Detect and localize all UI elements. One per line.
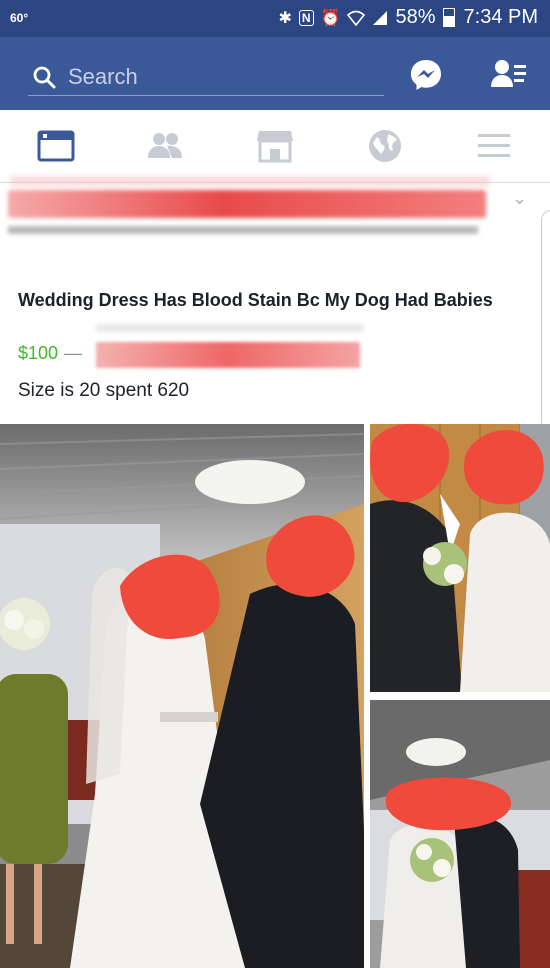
wifi-icon bbox=[347, 10, 366, 26]
photo-3-illustration bbox=[370, 700, 550, 968]
redacted-header-shadow bbox=[10, 176, 490, 186]
redacted-title-overflow bbox=[96, 324, 364, 332]
price-row: $100 — bbox=[18, 343, 88, 364]
battery-icon bbox=[442, 8, 455, 27]
search-input[interactable] bbox=[66, 63, 360, 91]
nfc-icon: N bbox=[298, 9, 314, 26]
listing-title: Wedding Dress Has Blood Stain Bc My Dog … bbox=[18, 290, 493, 310]
search-bar[interactable] bbox=[28, 59, 384, 96]
photo-2-illustration bbox=[370, 424, 550, 692]
tab-menu[interactable] bbox=[474, 128, 514, 164]
search-icon bbox=[33, 66, 56, 89]
tab-news-feed[interactable] bbox=[36, 128, 76, 164]
tab-bar bbox=[0, 110, 550, 183]
clock: 7:34 PM bbox=[463, 6, 538, 28]
status-icons: ✱ N ⏰ 58% 7:34 PM bbox=[278, 6, 538, 29]
listing-description: Size is 20 spent 620 bbox=[18, 380, 190, 401]
temperature-indicator: 60° bbox=[10, 11, 29, 25]
redacted-location bbox=[96, 342, 360, 368]
bluetooth-icon: ✱ bbox=[278, 9, 292, 27]
side-scroll-indicator bbox=[541, 210, 550, 432]
post-options-chevron-icon[interactable]: ⌄ bbox=[512, 188, 527, 209]
messenger-icon bbox=[411, 60, 441, 90]
status-bar: 60° ✱ N ⏰ 58% 7:34 PM bbox=[0, 0, 550, 37]
marketplace-icon bbox=[257, 131, 293, 163]
listing-photo-3[interactable] bbox=[370, 700, 550, 968]
globe-icon bbox=[369, 130, 401, 162]
alarm-icon: ⏰ bbox=[320, 9, 341, 27]
tab-friends[interactable] bbox=[145, 128, 185, 164]
listing-price: $100 bbox=[18, 343, 59, 363]
signal-icon bbox=[373, 10, 388, 25]
top-nav-bar bbox=[0, 37, 550, 110]
friend-requests-icon bbox=[491, 60, 526, 87]
friends-icon bbox=[148, 133, 182, 158]
news-feed-icon bbox=[37, 130, 75, 162]
tab-notifications[interactable] bbox=[365, 128, 405, 164]
redacted-post-meta bbox=[8, 226, 478, 234]
tab-marketplace[interactable] bbox=[255, 128, 295, 164]
battery-percent: 58% bbox=[395, 6, 436, 28]
listing-photo-main[interactable] bbox=[0, 424, 364, 968]
friend-requests-button[interactable] bbox=[490, 57, 528, 93]
listing-photo-2[interactable] bbox=[370, 424, 550, 692]
messenger-button[interactable] bbox=[408, 57, 444, 93]
hamburger-menu-icon bbox=[478, 134, 510, 157]
photo-main-illustration bbox=[0, 424, 364, 968]
redacted-author-name bbox=[8, 190, 486, 218]
price-separator: — bbox=[64, 343, 83, 363]
